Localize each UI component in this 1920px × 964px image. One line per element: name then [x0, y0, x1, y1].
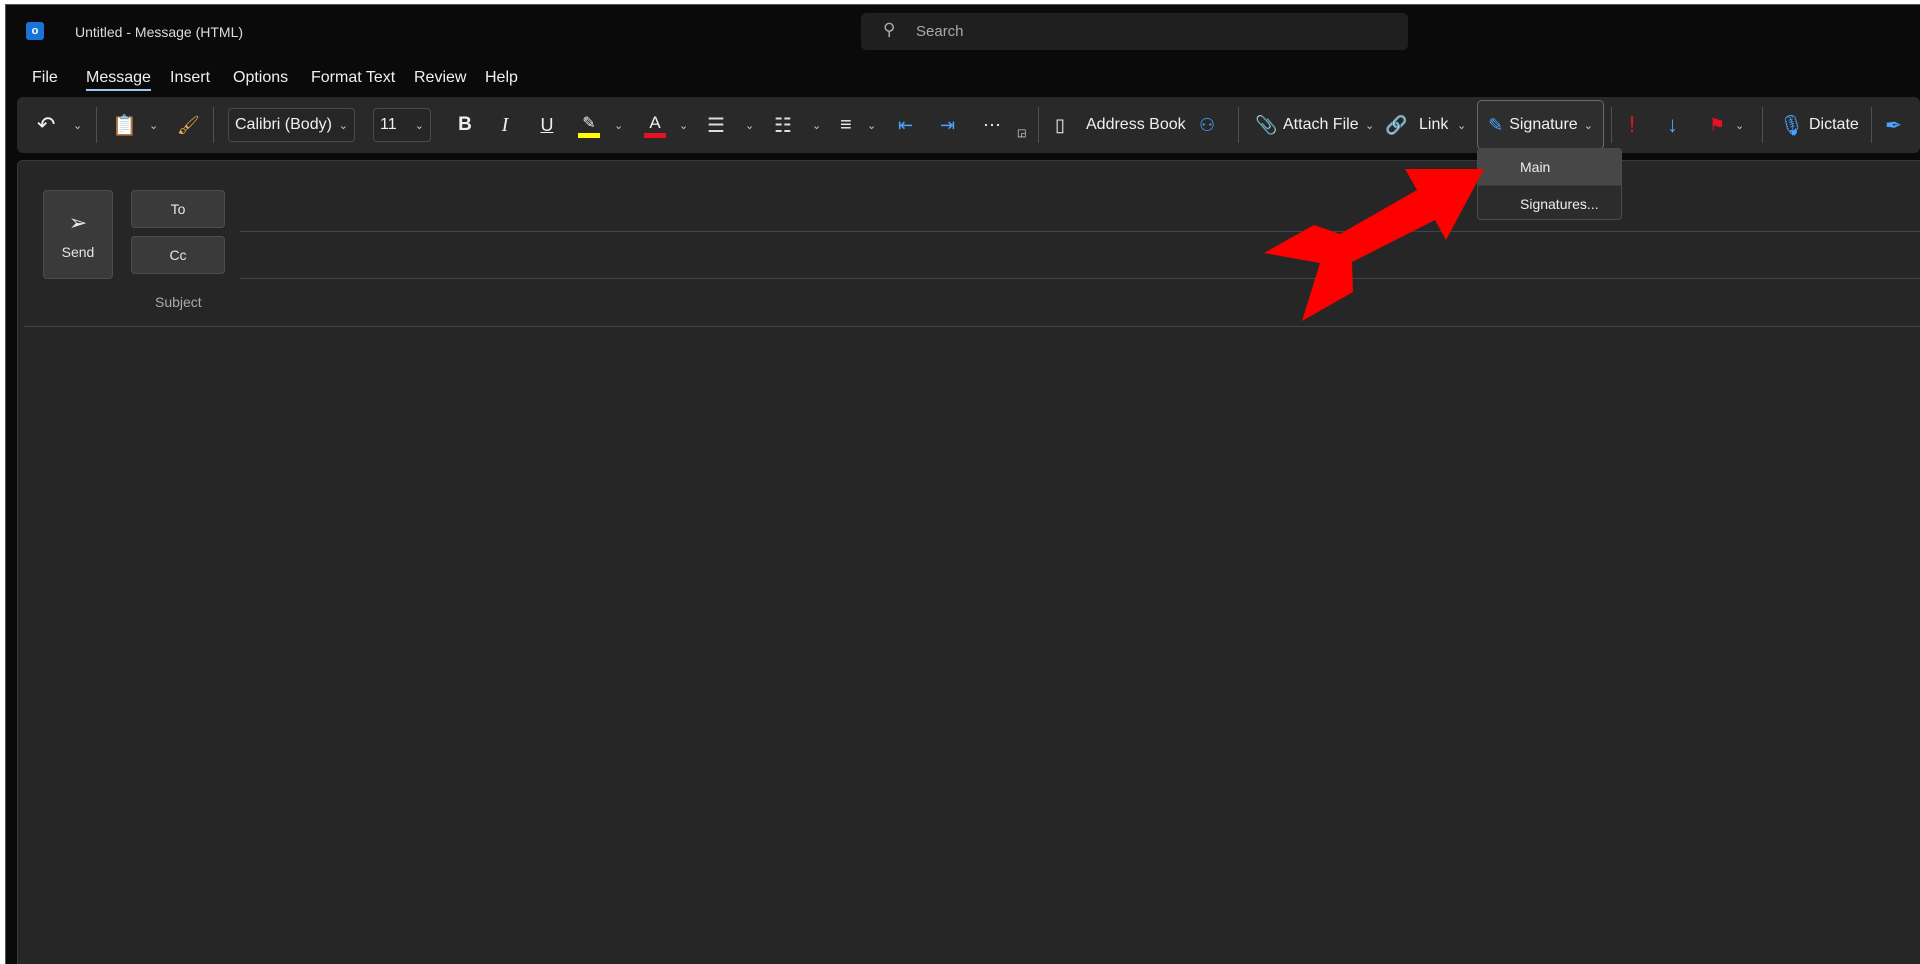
red-arrow-annotation [1264, 169, 1484, 321]
arrow-shape [1264, 169, 1484, 321]
